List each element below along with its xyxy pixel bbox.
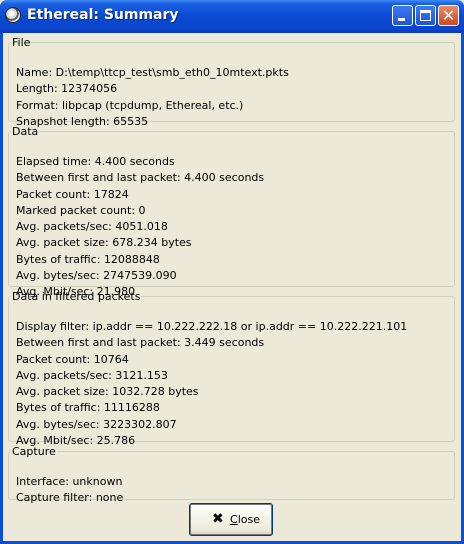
avg-packet-size-text: Avg. packet size: 678.234 bytes <box>16 236 192 250</box>
maximize-icon <box>420 10 431 21</box>
title-bar[interactable]: Ethereal: Summary ✕ <box>0 0 464 33</box>
elapsed-time-text: Elapsed time: 4.400 seconds <box>16 155 175 168</box>
dialog-body: File Name: D:\temp\ttcp_test\smb_eth0_10… <box>3 33 461 541</box>
close-button[interactable]: ✖ Close <box>189 503 273 536</box>
filtered-group: Data in filtered packets Display filter:… <box>8 290 455 447</box>
between-packets-text: Between first and last packet: 4.400 sec… <box>16 171 265 185</box>
filtered-avg-bytes-text: Avg. bytes/sec: 3223302.807 <box>16 417 177 431</box>
close-mnemonic: C <box>230 513 238 526</box>
minimize-icon <box>398 18 405 21</box>
close-label-rest: lose <box>237 513 260 526</box>
file-name-text: Name: D:\temp\ttcp_test\smb_eth0_10mtext… <box>16 66 289 79</box>
capture-filter-text: Capture filter: none <box>16 491 124 505</box>
ethereal-app-icon[interactable] <box>5 7 21 23</box>
bytes-traffic-text: Bytes of traffic: 12088848 <box>16 252 160 266</box>
file-length-text: Length: 12374056 <box>16 82 118 96</box>
data-legend: Data <box>12 125 39 138</box>
capture-group: Capture Interface: unknown Capture filte… <box>8 445 455 504</box>
marked-count-text: Marked packet count: 0 <box>16 203 146 217</box>
close-button-label: Close <box>230 513 260 526</box>
summary-window: Ethereal: Summary ✕ File Name: D:\temp\t… <box>0 0 464 544</box>
maximize-button[interactable] <box>415 5 436 26</box>
x-icon: ✖ <box>212 511 224 527</box>
filtered-legend: Data in filtered packets <box>12 290 141 303</box>
close-icon: ✕ <box>441 6 456 25</box>
capture-legend: Capture <box>12 445 56 458</box>
minimize-button[interactable] <box>392 5 413 26</box>
filtered-bytes-text: Bytes of traffic: 11116288 <box>16 401 160 415</box>
avg-bytes-text: Avg. bytes/sec: 2747539.090 <box>16 269 177 283</box>
packet-count-text: Packet count: 17824 <box>16 187 129 201</box>
window-title: Ethereal: Summary <box>27 7 179 23</box>
title-close-button[interactable]: ✕ <box>438 5 459 26</box>
avg-packets-text: Avg. packets/sec: 4051.018 <box>16 220 168 234</box>
file-format-text: Format: libpcap (tcpdump, Ethereal, etc.… <box>16 98 244 112</box>
filtered-count-text: Packet count: 10764 <box>16 352 129 366</box>
filtered-avg-packets-text: Avg. packets/sec: 3121.153 <box>16 368 168 382</box>
display-filter-text: Display filter: ip.addr == 10.222.222.18… <box>16 320 408 333</box>
filtered-between-text: Between first and last packet: 3.449 sec… <box>16 336 265 350</box>
data-group: Data Elapsed time: 4.400 seconds Between… <box>8 125 455 298</box>
filtered-avg-size-text: Avg. packet size: 1032.728 bytes <box>16 385 199 399</box>
file-legend: File <box>12 36 31 49</box>
interface-text: Interface: unknown <box>16 475 123 488</box>
file-group: File Name: D:\temp\ttcp_test\smb_eth0_10… <box>8 36 455 128</box>
